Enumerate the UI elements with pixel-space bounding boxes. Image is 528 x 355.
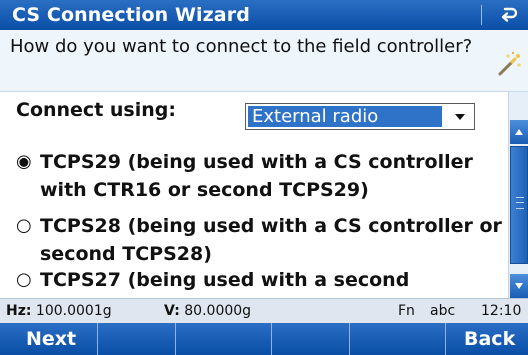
- hz-value: 100.0001g: [35, 303, 112, 319]
- v-value: 80.0000g: [184, 303, 252, 319]
- magic-wand-icon: [494, 50, 524, 80]
- next-button[interactable]: Next: [0, 323, 98, 355]
- v-label: V:: [164, 303, 180, 319]
- softkey-bar: Next Back: [0, 323, 528, 355]
- radio-unselected-icon[interactable]: ○: [16, 266, 40, 294]
- option-tcps29[interactable]: ◉ TCPS29 (being used with a CS controlle…: [16, 148, 504, 204]
- status-bar: Hz: 100.0001g V: 80.0000g Fn abc 12:10: [0, 298, 528, 323]
- wizard-prompt-text: How do you want to connect to the field …: [10, 36, 473, 57]
- scroll-up-button[interactable]: [510, 120, 528, 144]
- vertical-scrollbar[interactable]: [508, 92, 528, 298]
- v-readout: V: 80.0000g: [164, 299, 251, 323]
- grip-icon: [516, 197, 524, 209]
- input-mode-indicator: abc: [430, 303, 456, 319]
- softkey-3[interactable]: [176, 323, 272, 355]
- softkey-2[interactable]: [98, 323, 176, 355]
- softkey-5[interactable]: [350, 323, 446, 355]
- hz-readout: Hz: 100.0001g: [6, 299, 112, 323]
- triangle-down-icon: [515, 283, 523, 289]
- title-bar: CS Connection Wizard: [0, 0, 528, 30]
- triangle-down-icon[interactable]: [446, 104, 474, 129]
- option-tcps27[interactable]: ○ TCPS27 (being used with a second: [16, 266, 504, 294]
- connect-using-row: Connect using: External radio: [0, 92, 508, 130]
- hz-label: Hz:: [6, 303, 32, 319]
- wizard-content: Connect using: External radio ◉ TCPS29 (…: [0, 92, 508, 298]
- option-label: TCPS27 (being used with a second: [40, 269, 410, 291]
- back-arrow-icon[interactable]: [494, 0, 524, 30]
- connect-using-dropdown[interactable]: External radio: [245, 103, 475, 130]
- softkey-4[interactable]: [272, 323, 350, 355]
- title-divider: [481, 5, 482, 25]
- triangle-up-icon: [515, 129, 523, 135]
- radio-unselected-icon[interactable]: ○: [16, 212, 40, 268]
- wizard-prompt-panel: How do you want to connect to the field …: [0, 30, 528, 92]
- option-label: TCPS29 (being used with a CS controller …: [40, 151, 473, 201]
- fn-indicator: Fn: [398, 303, 415, 319]
- option-label: TCPS28 (being used with a CS controller …: [40, 215, 502, 265]
- connect-using-value: External radio: [248, 106, 442, 127]
- radio-selected-icon[interactable]: ◉: [16, 148, 40, 204]
- connect-using-label: Connect using:: [16, 99, 176, 121]
- option-tcps28[interactable]: ○ TCPS28 (being used with a CS controlle…: [16, 212, 504, 268]
- scroll-down-button[interactable]: [510, 274, 528, 298]
- clock: 12:10: [481, 303, 522, 319]
- back-button[interactable]: Back: [446, 323, 528, 355]
- window-title: CS Connection Wizard: [12, 4, 250, 26]
- scroll-thumb[interactable]: [510, 146, 528, 264]
